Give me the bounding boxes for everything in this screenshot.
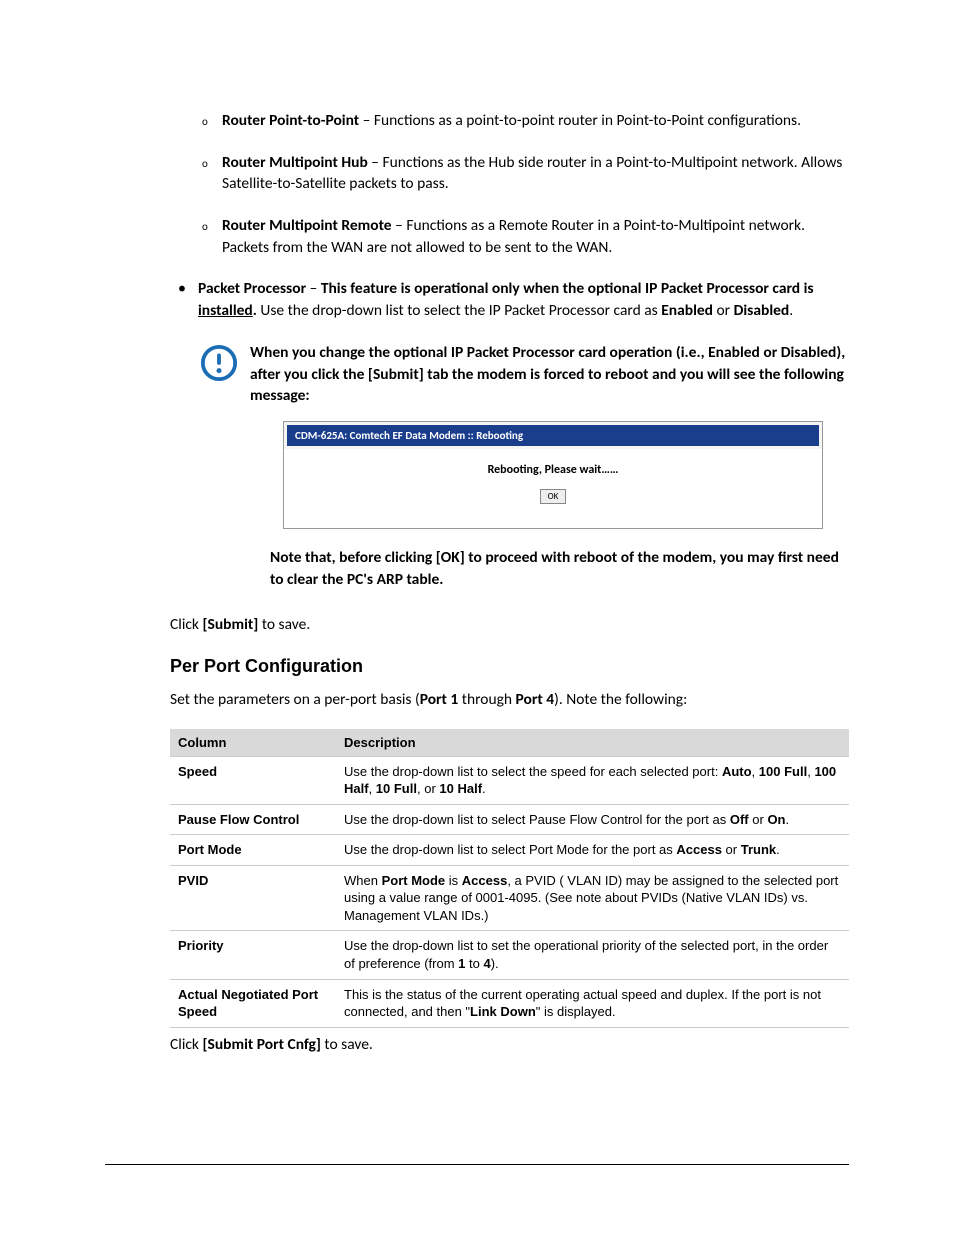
post-note-text: Note that, before clicking [OK] to proce… [270,547,849,590]
per-port-heading: Per Port Configuration [170,656,849,677]
alert-icon [200,344,238,382]
table-row: Speed Use the drop-down list to select t… [170,756,849,804]
th-description: Description [336,729,849,757]
document-page: Router Point-to-Point – Functions as a p… [0,0,954,1235]
alert-note-text: When you change the optional IP Packet P… [250,342,849,407]
ok-button[interactable]: OK [540,489,567,504]
bullet-packet-processor: Packet Processor – This feature is opera… [198,278,849,321]
click-cnfg-text: Click [Submit Port Cnfg] to save. [170,1034,849,1056]
table-row: Priority Use the drop-down list to set t… [170,931,849,979]
table-row: Port Mode Use the drop-down list to sele… [170,835,849,866]
screenshot-message: Rebooting, Please wait…… [294,463,812,477]
screenshot-titlebar: CDM-625A: Comtech EF Data Modem :: Reboo… [287,425,819,446]
table-row: Pause Flow Control Use the drop-down lis… [170,804,849,835]
click-submit-text: Click [Submit] to save. [170,614,849,636]
bullet-router-ptp: Router Point-to-Point – Functions as a p… [222,110,849,132]
table-row: Actual Negotiated Port Speed This is the… [170,979,849,1027]
table-row: PVID When Port Mode is Access, a PVID ( … [170,865,849,931]
footer-rule [105,1164,849,1165]
bullet-router-remote: Router Multipoint Remote – Functions as … [222,215,849,258]
per-port-table: Column Description Speed Use the drop-do… [170,729,849,1028]
table-header-row: Column Description [170,729,849,757]
th-column: Column [170,729,336,757]
alert-note-row: When you change the optional IP Packet P… [200,342,849,407]
reboot-screenshot: CDM-625A: Comtech EF Data Modem :: Reboo… [283,421,823,529]
per-port-intro: Set the parameters on a per-port basis (… [170,689,849,711]
bullet-router-hub: Router Multipoint Hub – Functions as the… [222,152,849,195]
